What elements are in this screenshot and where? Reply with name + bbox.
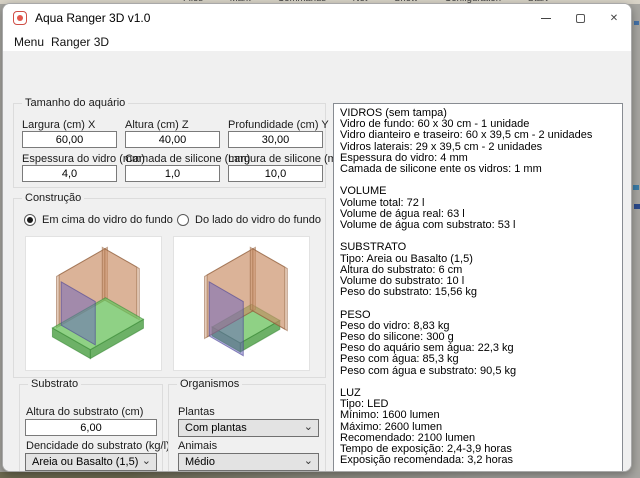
menu-item-ranger-3d[interactable]: Ranger 3D	[47, 34, 113, 50]
background-icon	[634, 21, 639, 25]
radio-unselected-icon	[177, 214, 189, 226]
result-line	[340, 466, 616, 472]
camada-silicone-input[interactable]	[125, 165, 220, 182]
selected-value: Médio	[185, 456, 215, 468]
group-title: Organismos	[177, 378, 242, 390]
densidade-substrato-select[interactable]: Areia ou Basalto (1,5) ⌄	[25, 453, 157, 471]
group-tamanho-do-aquario: Tamanho do aquário Largura (cm) X Altura…	[13, 103, 326, 188]
plantas-select[interactable]: Com plantas ⌄	[178, 419, 319, 437]
app-window: Aqua Ranger 3D v1.0 ✕ Menu Ranger 3D Tam…	[2, 3, 632, 472]
animais-select[interactable]: Médio ⌄	[178, 453, 319, 471]
altura-input[interactable]	[125, 131, 220, 148]
selected-value: Areia ou Basalto (1,5)	[32, 456, 138, 468]
group-substrato: Substrato Altura do substrato (cm) Denci…	[19, 384, 163, 472]
plantas-label: Plantas	[178, 406, 215, 418]
radio-selected-icon	[24, 214, 36, 226]
animais-label: Animais	[178, 440, 217, 452]
group-title: Construção	[22, 192, 84, 204]
group-organismos: Organismos Plantas Com plantas ⌄ Animais…	[168, 384, 326, 472]
result-line: Volume de água com substrato: 53 l	[340, 220, 616, 231]
largura-silicone-label: Largura de silicone (mm)	[228, 153, 350, 165]
menu-bar: Menu Ranger 3D	[3, 32, 631, 51]
background-icon	[634, 204, 640, 209]
group-title: Tamanho do aquário	[22, 97, 128, 109]
app-icon	[13, 11, 27, 25]
altura-label: Altura (cm) Z	[125, 119, 189, 131]
window-controls: ✕	[529, 4, 631, 32]
chevron-down-icon: ⌄	[304, 420, 313, 433]
largura-silicone-input[interactable]	[228, 165, 323, 182]
group-construcao: Construção Em cima do vidro do fundo Do …	[13, 198, 326, 378]
result-line: Peso com água: 85,3 kg	[340, 354, 616, 365]
result-line	[340, 377, 616, 388]
background-icon	[633, 185, 639, 190]
chevron-down-icon: ⌄	[142, 454, 151, 467]
altura-substrato-label: Altura do substrato (cm)	[26, 406, 143, 418]
construction-on-top-illustration	[25, 236, 162, 371]
result-line: Vidro dianteiro e traseiro: 60 x 39,5 cm…	[340, 130, 616, 141]
chevron-down-icon: ⌄	[304, 454, 313, 467]
results-panel[interactable]: VIDROS (sem tampa) Vidro de fundo: 60 x …	[333, 103, 623, 472]
title-bar[interactable]: Aqua Ranger 3D v1.0 ✕	[3, 4, 631, 32]
maximize-button[interactable]	[563, 4, 597, 32]
close-icon: ✕	[610, 13, 618, 24]
result-line: Camada de silicone ente os vidros: 1 mm	[340, 164, 616, 175]
result-line: Peso do substrato: 15,56 kg	[340, 287, 616, 298]
close-button[interactable]: ✕	[597, 4, 631, 32]
profundidade-input[interactable]	[228, 131, 323, 148]
group-title: Substrato	[28, 378, 81, 390]
window-title: Aqua Ranger 3D v1.0	[35, 11, 150, 25]
result-line: Exposição recomendada: 3,2 horas	[340, 455, 616, 466]
minimize-icon	[541, 18, 551, 19]
menu-item-menu[interactable]: Menu	[10, 34, 48, 50]
result-line	[340, 298, 616, 309]
radio-label: Do lado do vidro do fundo	[195, 214, 321, 226]
espessura-vidro-input[interactable]	[22, 165, 117, 182]
minimize-button[interactable]	[529, 4, 563, 32]
largura-input[interactable]	[22, 131, 117, 148]
selected-value: Com plantas	[185, 422, 247, 434]
background-window-bottom	[0, 472, 640, 478]
construction-on-side-illustration	[173, 236, 310, 371]
desktop-background: Files Mark Commands Net Show Configurati…	[0, 0, 640, 478]
maximize-icon	[576, 14, 585, 23]
radio-label: Em cima do vidro do fundo	[42, 214, 173, 226]
client-area: Tamanho do aquário Largura (cm) X Altura…	[3, 51, 631, 472]
densidade-substrato-label: Dencidade do substrato (kg/l)	[26, 440, 170, 452]
aquarium-3d-on-side-icon	[174, 237, 309, 370]
aquarium-3d-on-top-icon	[26, 237, 161, 370]
result-line: Peso com água e substrato: 90,5 kg	[340, 366, 616, 377]
profundidade-label: Profundidade (cm) Y	[228, 119, 329, 131]
altura-substrato-input[interactable]	[25, 419, 157, 436]
result-line: Mínimo: 1600 lumen	[340, 410, 616, 421]
app-icon-dot	[17, 15, 23, 21]
largura-label: Largura (cm) X	[22, 119, 95, 131]
result-line: VOLUME	[340, 186, 616, 197]
result-line: SUBSTRATO	[340, 242, 616, 253]
